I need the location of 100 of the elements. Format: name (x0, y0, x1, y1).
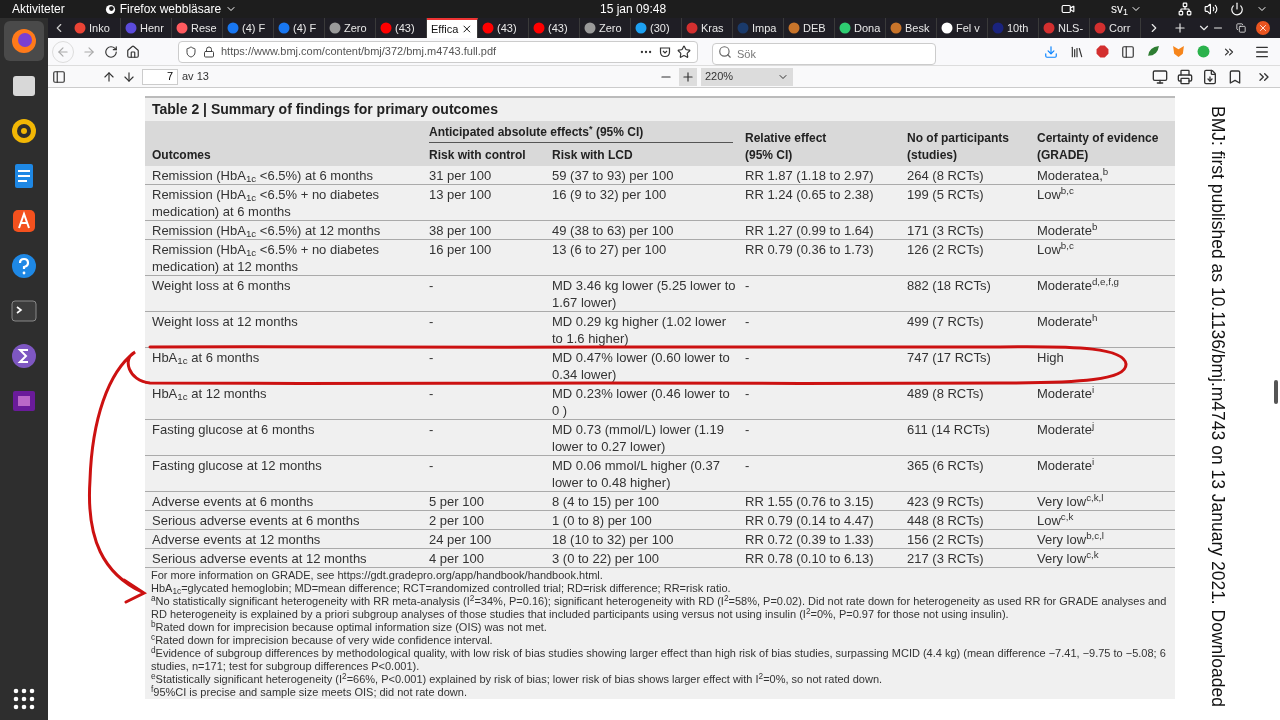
site-icon (74, 22, 86, 34)
table-cell: RR 0.72 (0.39 to 1.33) (745, 532, 874, 547)
table-cell: 747 (17 RCTs) (907, 350, 991, 365)
search-icon (718, 44, 732, 59)
clock[interactable]: 15 jan 09:48 (600, 0, 667, 18)
table-cell: Remission (HbA$_{1c}$ <6.5%) at 6 months (152, 168, 373, 183)
keyboard-layout-button[interactable]: sv$_{1}$ (1111, 0, 1142, 18)
table-cell: 171 (3 RCTs) (907, 223, 984, 238)
site-icon (482, 22, 494, 34)
table-cell: - (745, 422, 750, 437)
table-cell: Moderate$^{b}$ (1037, 223, 1098, 238)
column-group-header: Anticipated absolute effects$^{*}$ (95% CI) (429, 125, 644, 139)
table-cell: 423 (9 RCTs) (907, 494, 984, 509)
table-cell: HbA$_{1c}$ at 6 months (152, 350, 260, 365)
extension-icon[interactable] (1197, 45, 1210, 58)
help-icon[interactable] (9, 251, 39, 281)
browser-tab[interactable]: Effica (427, 18, 478, 38)
network-icon[interactable] (1178, 2, 1192, 16)
home-icon[interactable] (126, 44, 140, 59)
table-cell: 1 (0 to 8) per 100 (552, 513, 652, 528)
footnote: $^{e}$Statistically significant heterogeneity (I$^{2}$=66%, P<0.001) explained by risk of bias; lower risk of bias shows larger effect with I$^{2}$=0%, so not rated down. (151, 673, 883, 685)
stop-sign-icon[interactable] (1096, 45, 1109, 58)
table-cell: Moderatea,$^{b}$ (1037, 168, 1109, 183)
table-cell: 217 (3 RCTs) (907, 551, 984, 566)
download-icon[interactable] (1044, 44, 1058, 59)
plus-icon (680, 69, 695, 84)
site-icon (788, 22, 800, 34)
activities-button[interactable]: Aktiviteter (12, 0, 65, 18)
presentation-icon[interactable] (1152, 68, 1168, 85)
table-cell: 31 per 100 (429, 168, 492, 183)
column-header: Risk with control (429, 148, 526, 162)
page-number-field[interactable]: 7 (142, 68, 178, 85)
previous-page-icon[interactable] (102, 69, 116, 84)
zoom-select[interactable]: 220% (700, 67, 793, 86)
save-icon[interactable] (1202, 68, 1218, 85)
table-cell: - (429, 314, 434, 329)
table-cell: Fasting glucose at 12 months (152, 458, 322, 473)
reload-icon[interactable] (104, 44, 118, 59)
scrollbar-thumb[interactable] (1274, 380, 1278, 404)
table-cell: MD 0.23% lower (0.46 lower to 0 ) (552, 386, 730, 418)
table-title: Table 2 | Summary of findings for primary outcomes (152, 101, 498, 117)
table-cell: - (429, 458, 434, 473)
site-icon (890, 22, 902, 34)
column-header: Certainty of evidence (GRADE) (1037, 130, 1160, 164)
table-cell: Serious adverse events at 6 months (152, 513, 360, 528)
site-icon (686, 22, 698, 34)
pocket-icon[interactable] (659, 45, 671, 58)
table-cell: Very low$^{b,c,l}$ (1037, 532, 1105, 547)
table-cell: RR 0.78 (0.10 to 6.13) (745, 551, 874, 566)
sidebar-toggle-icon[interactable] (52, 69, 66, 84)
site-icon (380, 22, 392, 34)
bookmark-icon[interactable] (1227, 68, 1243, 85)
table-cell: Fasting glucose at 6 months (152, 422, 315, 437)
table-cell: - (745, 314, 750, 329)
table-cell: RR 1.27 (0.99 to 1.64) (745, 223, 874, 238)
browser-icon[interactable] (9, 26, 39, 56)
table-cell: 24 per 100 (429, 532, 492, 547)
leaf-icon[interactable] (1147, 45, 1160, 58)
camera-icon[interactable] (1061, 2, 1075, 16)
table-cell: - (745, 278, 750, 293)
table-cell: 59 (37 to 93) per 100 (552, 168, 674, 183)
new-tab-icon[interactable] (1173, 21, 1187, 35)
power-icon[interactable] (1230, 2, 1244, 16)
table-cell: 18 (10 to 32) per 100 (552, 532, 674, 547)
library-icon[interactable] (1070, 44, 1084, 59)
table-cell: Serious adverse events at 12 months (152, 551, 367, 566)
site-icon (125, 22, 137, 34)
print-icon[interactable] (1177, 68, 1193, 85)
site-icon (839, 22, 851, 34)
star-icon[interactable] (677, 44, 691, 59)
table-cell: 264 (8 RCTs) (907, 168, 984, 183)
restore-icon[interactable] (1236, 23, 1246, 33)
sidebar-icon[interactable] (1121, 44, 1135, 59)
table-cell: 5 per 100 (429, 494, 484, 509)
column-header: Outcomes (152, 147, 211, 164)
editor-icon[interactable] (9, 341, 39, 371)
footnote: For more information on GRADE, see https://gdt.gradepro.org/app/handbook/handbook.html. (151, 569, 603, 581)
site-icon (992, 22, 1004, 34)
footnote: $^{a}$No statistically significant heterogeneity with RR meta-analysis (I$^{2}$=34%, P=0.16); significant heterogeneity with RD (I$^{2}$=58%, P=0.02). Did not rate down for heterogeneity as used RR for GRADE analyses and RD heterogeneity is explained by a priori subgroup analyses of those studies that included participants using versus not using insulin (I$^{2}$=0%, P=0.97 for those not using insulin). (151, 595, 1167, 620)
app-menu[interactable]: Firefox webbläsare (104, 0, 238, 18)
site-icon (635, 22, 647, 34)
address-field[interactable]: https://www.bmj.com/content/bmj/372/bmj.m4743.full.pdf (178, 40, 698, 63)
table-cell: RR 0.79 (0.14 to 4.47) (745, 513, 874, 528)
app-grid-icon[interactable] (13, 688, 35, 710)
speaker-icon[interactable] (9, 116, 39, 146)
zoom-in-button[interactable] (678, 67, 697, 86)
next-page-icon[interactable] (122, 69, 136, 84)
column-header: No of participants (studies) (907, 130, 1010, 164)
volume-icon[interactable] (1204, 2, 1218, 16)
footnote: HbA$_{1c}$=glycated hemoglobin; MD=mean difference; RCT=randomized controlled trial; RD=risk difference; RR=risk ratio. (151, 582, 731, 594)
site-icon (737, 22, 749, 34)
table-cell: MD 3.46 kg lower (5.25 lower to 1.67 lower) (552, 278, 736, 310)
column-header: Risk with LCD (552, 148, 633, 162)
shield-icon[interactable] (185, 45, 197, 58)
table-cell: 16 per 100 (429, 242, 492, 257)
table-cell: 611 (14 RCTs) (907, 422, 990, 437)
close-window-button[interactable] (1256, 21, 1270, 35)
table-cell: RR 1.87 (1.18 to 2.97) (745, 168, 874, 183)
close-tab-icon[interactable] (461, 23, 473, 35)
search-field[interactable]: Sök (712, 42, 936, 65)
